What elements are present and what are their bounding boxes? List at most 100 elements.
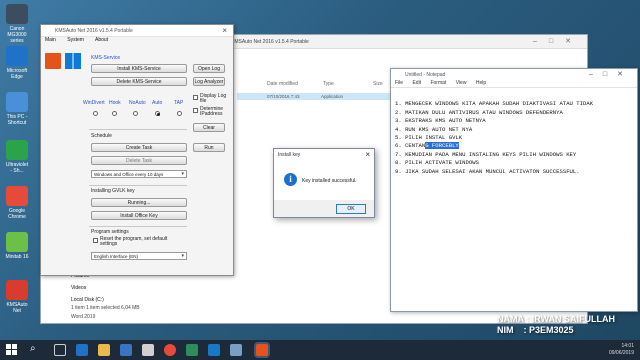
display-log-label: Display Log file	[200, 93, 227, 104]
open-log-button[interactable]: Open Log	[193, 64, 225, 73]
display-log-checkbox[interactable]	[193, 95, 198, 100]
word-icon[interactable]	[208, 344, 220, 356]
kms-office-windows-icon	[45, 49, 85, 89]
taskbar: ⌕ 14:01 09/06/2019	[0, 340, 640, 360]
explorer-status: 1 item 1 item selected 6,04 MB	[71, 305, 140, 311]
nav-local-disk[interactable]: Local Disk (C:)	[71, 297, 104, 303]
installing-gvlk-label: Installing GVLK key	[91, 188, 135, 194]
clear-button[interactable]: Clear	[193, 123, 225, 132]
desktop-icon[interactable]: This PC - Shortcut	[0, 92, 34, 126]
mode-hook[interactable]: Hook	[109, 100, 121, 106]
search-icon[interactable]: ⌕	[30, 343, 36, 354]
start-icon[interactable]	[6, 344, 18, 356]
tab-about[interactable]: About	[95, 37, 108, 43]
desktop-icon-label: Microsoft Edge	[6, 68, 28, 80]
mode-noauto[interactable]: NoAuto	[129, 100, 146, 106]
clock-time: 14:01	[621, 343, 634, 349]
desktop-icon-label: Minitab 16	[5, 254, 29, 260]
desktop-icon-label: This PC - Shortcut	[6, 114, 28, 126]
kms-task-icon[interactable]	[256, 344, 268, 356]
radio-hook[interactable]	[112, 111, 117, 116]
ok-button[interactable]: OK	[336, 204, 366, 214]
kms-tabs: Main System About	[41, 37, 233, 45]
reset-checkbox[interactable]	[93, 238, 98, 243]
col-size[interactable]: Size	[373, 81, 383, 87]
notepad-menubar: File Edit Format View Help	[391, 80, 637, 88]
app-icon[interactable]	[186, 344, 198, 356]
install-office-key-button[interactable]: Install Office Key	[91, 211, 187, 220]
mail-icon[interactable]	[142, 344, 154, 356]
kms-window: KMSAuto Net 2016 v1.5.4 Portable × Main …	[40, 24, 234, 276]
delete-task-button[interactable]: Delete Task	[91, 156, 187, 165]
dialog-title: Install key	[278, 152, 301, 158]
determine-ip-label: Determine IPaddress	[200, 106, 224, 117]
log-analyzer-button[interactable]: Log Analyzer	[193, 77, 225, 86]
notepad-window-buttons[interactable]: –□✕	[589, 70, 633, 78]
radio-auto[interactable]	[155, 111, 160, 116]
desktop-icon[interactable]: Canon MG3000 series	[0, 4, 34, 44]
desktop-icon[interactable]: Microsoft Edge	[0, 46, 34, 80]
desktop-app-icon	[6, 232, 28, 252]
note-line-3: 3. EKSTRAKS KMS AUTO NETNYA	[395, 117, 486, 125]
system-clock[interactable]: 14:01 09/06/2019	[609, 343, 634, 357]
desktop-icon[interactable]: Google Chrome	[0, 186, 34, 220]
mode-auto[interactable]: Auto	[152, 100, 162, 106]
menu-help[interactable]: Help	[476, 80, 486, 86]
edge-icon[interactable]	[76, 344, 88, 356]
col-date-modified[interactable]: Date modified	[267, 81, 298, 87]
tab-main[interactable]: Main	[45, 37, 56, 43]
note-line-2: 2. MATIKAN DULU ANTIVIRUS ATAU WINDOWS D…	[395, 108, 563, 116]
mode-tap[interactable]: TAP	[174, 100, 183, 106]
file-explorer-icon[interactable]	[98, 344, 110, 356]
chrome-icon[interactable]	[164, 344, 176, 356]
dialog-message: Key installed successful.	[302, 178, 357, 184]
kms-service-label: KMS-Service	[91, 55, 121, 61]
notepad-text-area[interactable]: 1. MENGECEK WINDOWS KITA APAKAH SUDAH DI…	[395, 92, 593, 193]
menu-edit[interactable]: Edit	[412, 80, 421, 86]
install-key-dialog: Install key × i Key installed successful…	[273, 148, 375, 218]
explorer-window-buttons[interactable]: –□✕	[533, 37, 583, 45]
col-type[interactable]: Type	[323, 81, 334, 87]
menu-format[interactable]: Format	[430, 80, 446, 86]
radio-windivert[interactable]	[93, 111, 98, 116]
create-task-button[interactable]: Create Task	[91, 143, 187, 152]
note-line-7: 7. KEMUDIAN PADA MENU INSTALING KEYS PIL…	[395, 150, 577, 158]
mode-windivert[interactable]: WinDivert	[83, 100, 105, 106]
radio-noauto[interactable]	[133, 111, 138, 116]
tab-system[interactable]: System	[67, 37, 84, 43]
determine-ip-checkbox[interactable]	[193, 108, 198, 113]
kms-close-icon[interactable]: ×	[222, 26, 227, 35]
task-view-icon[interactable]	[54, 344, 66, 356]
note-line-6-selection: G FORCEBLY	[425, 142, 459, 150]
task-select[interactable]: Windows and Office every 10 days	[91, 170, 187, 178]
install-kms-service-button[interactable]: Install KMS-Service	[91, 64, 187, 73]
explorer-status-2: Word 2019	[71, 314, 96, 320]
desktop-icon[interactable]: KMSAuto Net	[0, 280, 34, 314]
desktop-icon-label: Canon MG3000 series	[7, 26, 27, 44]
running-button[interactable]: Running...	[91, 198, 187, 207]
note-line-6: 6. CENTANG FORCEBLY	[395, 142, 593, 150]
info-icon: i	[284, 173, 297, 186]
store-icon[interactable]	[120, 344, 132, 356]
menu-file[interactable]: File	[395, 80, 403, 86]
nav-videos[interactable]: Videos	[71, 285, 86, 291]
notepad-window: Untitled - Notepad –□✕ File Edit Format …	[390, 68, 638, 312]
gvlk-separator	[89, 185, 187, 186]
dialog-close-icon[interactable]: ×	[365, 150, 370, 159]
kms-title: KMSAuto Net 2016 v1.5.4 Portable	[55, 28, 133, 34]
notepad-task-icon[interactable]	[230, 344, 242, 356]
kms-titlebar: KMSAuto Net 2016 v1.5.4 Portable	[41, 25, 233, 37]
run-button[interactable]: Run	[193, 143, 225, 152]
desktop-icon-label: Google Chrome	[8, 208, 26, 220]
delete-kms-service-button[interactable]: Delete KMS-Service	[91, 77, 187, 86]
desktop-icon[interactable]: Ultraviolet - Sh...	[0, 140, 34, 174]
language-select[interactable]: English Interface (EN)	[91, 252, 187, 260]
note-line-6-prefix: 6. CENTAN	[395, 142, 426, 150]
radio-tap[interactable]	[177, 111, 182, 116]
settings-separator	[89, 226, 187, 227]
row-type: Application	[321, 94, 344, 99]
desktop-app-icon	[6, 46, 28, 66]
desktop-icon[interactable]: Minitab 16	[0, 232, 34, 260]
selected-file-row[interactable]: 07/10/2016 7:43 Application	[237, 93, 393, 100]
menu-view[interactable]: View	[456, 80, 467, 86]
